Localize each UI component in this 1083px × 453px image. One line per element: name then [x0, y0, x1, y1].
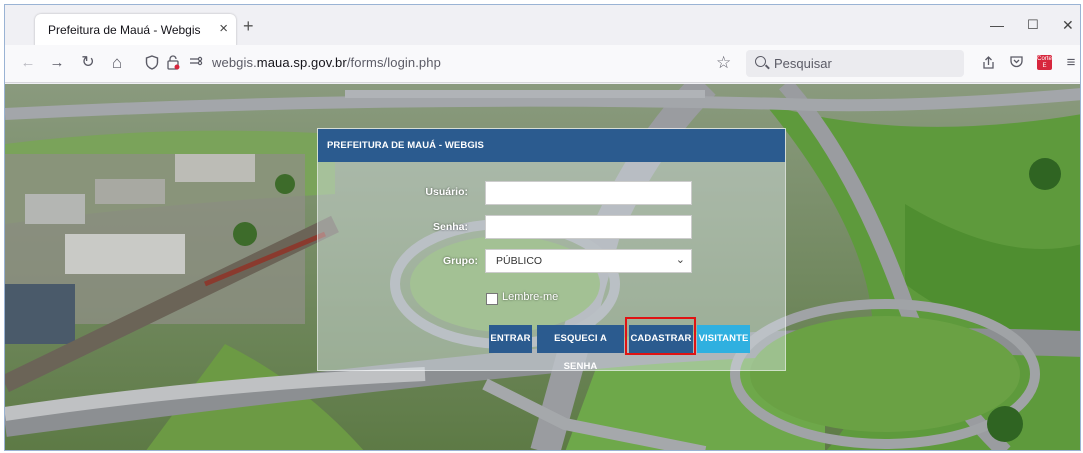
- browser-window: Prefeitura de Mauá - Webgis × + — ☐ ✕ ← …: [4, 4, 1081, 451]
- group-select[interactable]: PÚBLICO ⌄: [485, 249, 692, 273]
- username-label: Usuário:: [425, 186, 468, 198]
- search-icon: [755, 56, 766, 67]
- tab-strip: Prefeitura de Mauá - Webgis × + — ☐ ✕: [5, 5, 1080, 46]
- highlight-box: [625, 317, 696, 355]
- username-field[interactable]: [485, 181, 692, 205]
- hamburger-menu-icon[interactable]: ≡: [1063, 55, 1079, 71]
- close-window-button[interactable]: ✕: [1062, 17, 1074, 34]
- url-prefix: webgis.: [212, 55, 257, 70]
- group-label: Grupo:: [443, 255, 478, 267]
- search-box[interactable]: Pesquisar: [746, 50, 964, 77]
- remember-me-checkbox[interactable]: [486, 293, 498, 305]
- back-button[interactable]: ←: [19, 54, 37, 72]
- tab-title: Prefeitura de Mauá - Webgis: [48, 23, 201, 37]
- address-bar[interactable]: webgis.maua.sp.gov.br/forms/login.php: [212, 55, 441, 70]
- visitor-button[interactable]: VISITANTE: [697, 325, 750, 353]
- shield-icon[interactable]: [144, 55, 160, 71]
- password-field[interactable]: [485, 215, 692, 239]
- minimize-button[interactable]: —: [990, 17, 1004, 33]
- lock-icon[interactable]: [188, 55, 204, 71]
- forward-button[interactable]: →: [48, 54, 66, 72]
- browser-tab[interactable]: Prefeitura de Mauá - Webgis ×: [35, 14, 236, 46]
- url-path: /forms/login.php: [346, 55, 441, 70]
- search-placeholder: Pesquisar: [774, 56, 832, 71]
- login-panel: PREFEITURA DE MAUÁ - WEBGIS Usuário: Sen…: [317, 128, 786, 372]
- reload-button[interactable]: ↻: [79, 54, 97, 72]
- remember-me-label[interactable]: Lembre-me: [502, 291, 558, 303]
- bookmark-star-icon[interactable]: ☆: [716, 53, 731, 73]
- chevron-down-icon: ⌄: [675, 254, 685, 266]
- close-tab-icon[interactable]: ×: [219, 20, 228, 37]
- navigation-toolbar: ← → ↻ ⌂ webgis.maua.sp.gov.br/forms/logi…: [5, 45, 1080, 83]
- password-label: Senha:: [432, 221, 468, 233]
- home-button[interactable]: ⌂: [108, 54, 126, 72]
- pocket-icon[interactable]: [1008, 55, 1024, 71]
- group-selected-value: PÚBLICO: [496, 255, 543, 267]
- new-tab-button[interactable]: +: [243, 16, 254, 37]
- login-button[interactable]: ENTRAR: [489, 325, 532, 353]
- maximize-button[interactable]: ☐: [1027, 17, 1039, 33]
- login-panel-title: PREFEITURA DE MAUÁ - WEBGIS: [327, 140, 484, 151]
- permissions-icon[interactable]: [165, 55, 181, 71]
- login-panel-header: PREFEITURA DE MAUÁ - WEBGIS: [318, 129, 785, 162]
- share-icon[interactable]: [980, 55, 996, 71]
- extension-icon[interactable]: Corte E: [1037, 55, 1052, 70]
- url-domain: maua.sp.gov.br: [256, 55, 347, 70]
- forgot-password-button[interactable]: ESQUECI A SENHA: [537, 325, 624, 372]
